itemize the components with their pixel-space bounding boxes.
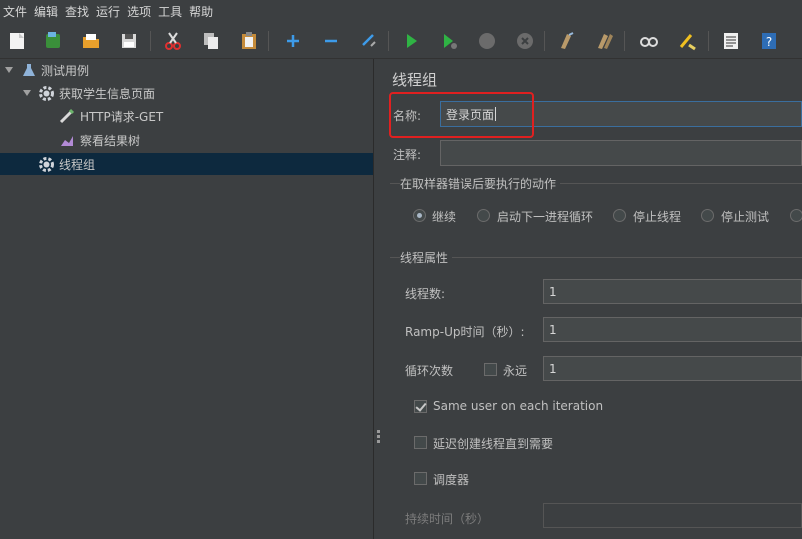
menu-file[interactable]: 文件: [0, 0, 31, 25]
clear-icon[interactable]: [556, 30, 578, 52]
tree-node-label: 测试用例: [41, 63, 90, 78]
menu-options[interactable]: 选项: [124, 0, 155, 25]
save-icon[interactable]: [118, 30, 140, 52]
pipette-icon: [59, 108, 75, 124]
tree-node-label: 线程组: [59, 157, 96, 172]
duration-input[interactable]: [543, 503, 802, 528]
tree-node-test-plan[interactable]: 测试用例: [0, 59, 373, 81]
radio-start-next-loop[interactable]: [477, 209, 490, 222]
grip-icon: [377, 430, 380, 445]
gear-icon: [39, 156, 54, 172]
page-title: 线程组: [392, 71, 438, 89]
scheduler-checkbox[interactable]: [414, 472, 427, 485]
start-icon[interactable]: [400, 30, 422, 52]
stop-icon[interactable]: [476, 30, 498, 52]
delay-create-checkbox[interactable]: [414, 436, 427, 449]
toggle-icon[interactable]: [358, 30, 380, 52]
test-plan-icon: [23, 64, 35, 76]
menu-edit[interactable]: 编辑: [31, 0, 62, 25]
templates-icon[interactable]: [42, 30, 64, 52]
chevron-down-icon[interactable]: [22, 88, 32, 98]
duration-label: 持续时间（秒）: [405, 512, 490, 526]
highlight-box: [389, 92, 534, 138]
chart-icon: [61, 136, 73, 146]
menu-run[interactable]: 运行: [93, 0, 124, 25]
tree-node-label: 察看结果树: [80, 133, 141, 148]
open-icon[interactable]: [80, 30, 102, 52]
tree-node-thread-group-selected[interactable]: 线程组: [0, 153, 373, 175]
error-action-title: 在取样器错误后要执行的动作: [400, 175, 561, 192]
copy-icon[interactable]: [200, 30, 222, 52]
split-pane-divider[interactable]: [373, 59, 384, 539]
rampup-input[interactable]: 1: [543, 317, 802, 342]
menu-bar: 文件 编辑 查找 运行 选项 工具 帮助: [0, 0, 802, 25]
same-user-checkbox[interactable]: [414, 400, 427, 413]
search-icon[interactable]: [638, 30, 660, 52]
cut-icon[interactable]: [162, 30, 184, 52]
threads-label: 线程数:: [405, 287, 446, 301]
help-icon[interactable]: ?: [758, 30, 780, 52]
menu-search[interactable]: 查找: [62, 0, 93, 25]
delay-create-label: 延迟创建线程直到需要: [433, 437, 554, 451]
comment-field[interactable]: [440, 140, 802, 166]
clear-all-icon[interactable]: [594, 30, 616, 52]
new-icon[interactable]: [6, 30, 28, 52]
test-plan-tree: 测试用例 获取学生信息页面 HTTP请求-GET 察看结果树 线程组: [0, 59, 373, 539]
radio-continue[interactable]: [413, 209, 426, 222]
radio-stop-test[interactable]: [701, 209, 714, 222]
shutdown-icon[interactable]: [514, 30, 536, 52]
radio-stop-thread[interactable]: [613, 209, 626, 222]
menu-help[interactable]: 帮助: [186, 0, 217, 25]
start-no-pause-icon[interactable]: [438, 30, 460, 52]
loop-count-label: 循环次数: [405, 364, 454, 378]
function-helper-icon[interactable]: [720, 30, 742, 52]
thread-props-title: 线程属性: [400, 249, 453, 266]
chevron-down-icon[interactable]: [4, 65, 14, 75]
tree-node-thread-group-1[interactable]: 获取学生信息页面: [0, 82, 373, 104]
radio-continue-label: 继续: [432, 210, 457, 224]
rampup-label: Ramp-Up时间（秒）:: [405, 325, 525, 339]
radio-stop-test-label: 停止测试: [721, 210, 770, 224]
gear-icon: [39, 85, 54, 101]
loop-count-input[interactable]: 1: [543, 356, 802, 381]
reset-search-icon[interactable]: [676, 30, 698, 52]
menu-tools[interactable]: 工具: [155, 0, 186, 25]
expand-icon[interactable]: [282, 30, 304, 52]
radio-stop-thread-label: 停止线程: [633, 210, 682, 224]
forever-label: 永远: [503, 364, 528, 378]
tree-node-label: HTTP请求-GET: [80, 109, 164, 124]
threads-input[interactable]: 1: [543, 279, 802, 304]
tree-node-results-tree[interactable]: 察看结果树: [0, 129, 373, 151]
toolbar: ?: [0, 25, 802, 59]
scheduler-label: 调度器: [433, 473, 470, 487]
same-user-label: Same user on each iteration: [433, 399, 604, 413]
collapse-icon[interactable]: [320, 30, 342, 52]
svg-text:?: ?: [766, 35, 772, 49]
forever-checkbox[interactable]: [484, 363, 497, 376]
tree-node-label: 获取学生信息页面: [59, 86, 156, 101]
radio-start-next-loop-label: 启动下一进程循环: [497, 210, 594, 224]
comment-label: 注释:: [393, 148, 422, 162]
paste-icon[interactable]: [238, 30, 260, 52]
tree-node-http-request[interactable]: HTTP请求-GET: [0, 105, 373, 127]
radio-stop-test-now[interactable]: [790, 209, 802, 222]
